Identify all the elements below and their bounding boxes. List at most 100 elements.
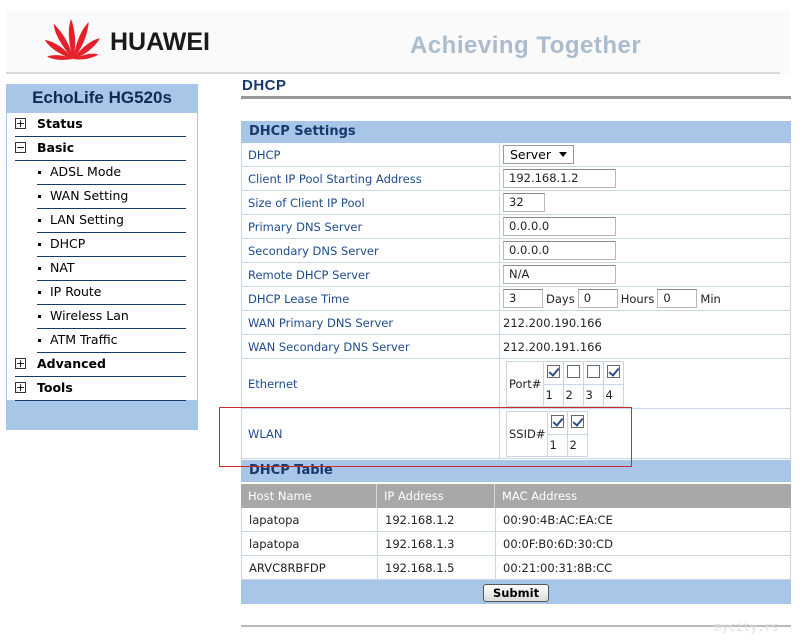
page-title: DHCP — [242, 77, 287, 94]
sidebar-item-tools[interactable]: + Tools — [15, 377, 186, 401]
title-divider — [241, 96, 791, 99]
port-2-number: 2 — [563, 383, 585, 407]
port-2-checkbox[interactable] — [567, 364, 581, 378]
sidebar-item-dhcp[interactable]: DHCP — [37, 233, 186, 257]
lease-days-input[interactable]: 3 — [503, 289, 543, 308]
dhcp-mode-value: Server — [500, 143, 790, 166]
sidebar-menu: + Status − Basic ADSL Mode WAN Setting L… — [7, 113, 197, 401]
ethernet-ports: Port# 1 2 3 4 — [500, 359, 790, 408]
lease-time-label: DHCP Lease Time — [242, 287, 500, 310]
port-1-number: 1 — [543, 383, 565, 407]
primary-dns-row: Primary DNS Server 0.0.0.0 — [241, 215, 791, 239]
port-1-cell — [543, 360, 565, 385]
minus-icon[interactable]: − — [15, 142, 26, 153]
pool-size-row: Size of Client IP Pool 32 — [241, 191, 791, 215]
port-prefix: Port# — [505, 360, 545, 407]
device-model: EchoLife HG520s — [32, 88, 172, 107]
primary-dns-input[interactable]: 0.0.0.0 — [503, 217, 616, 236]
chevron-down-icon — [559, 152, 567, 157]
sidebar-item-wan-setting[interactable]: WAN Setting — [37, 185, 186, 209]
pool-size-label: Size of Client IP Pool — [242, 191, 500, 214]
lease-hours-label: Hours — [620, 291, 655, 306]
pool-size-input[interactable]: 32 — [503, 193, 545, 212]
ethernet-label: Ethernet — [242, 359, 500, 408]
sidebar-item-label: Tools — [37, 380, 73, 395]
mac-address-cell: 00:90:4B:AC:EA:CE — [503, 512, 613, 527]
header-divider — [6, 72, 780, 74]
bullet-icon — [38, 195, 41, 198]
sidebar-item-label: LAN Setting — [50, 212, 124, 227]
port-table: Port# 1 2 3 4 — [505, 360, 625, 407]
ethernet-row: Ethernet Port# 1 2 3 4 — [241, 359, 791, 409]
sidebar-item-wireless-lan[interactable]: Wireless Lan — [37, 305, 186, 329]
sidebar-item-label: WAN Setting — [50, 188, 129, 203]
sidebar-item-ip-route[interactable]: IP Route — [37, 281, 186, 305]
dhcp-settings-header: DHCP Settings — [241, 121, 791, 143]
sidebar-item-label: DHCP — [50, 236, 86, 251]
port-1-checkbox[interactable] — [547, 364, 561, 378]
sidebar-item-label: IP Route — [50, 284, 102, 299]
sidebar-item-basic[interactable]: − Basic — [15, 137, 186, 161]
slogan: Achieving Together — [410, 32, 642, 59]
plus-icon[interactable]: + — [15, 382, 26, 393]
sidebar-item-label: Basic — [37, 140, 75, 155]
bullet-icon — [38, 171, 41, 174]
lease-days-label: Days — [546, 291, 575, 306]
watermark: mycity.rs — [714, 620, 780, 634]
sidebar-item-label: Advanced — [37, 356, 106, 371]
wan-secondary-dns-value: 212.200.191.166 — [503, 339, 602, 354]
sidebar-item-label: ADSL Mode — [50, 164, 122, 179]
sidebar-item-nat[interactable]: NAT — [37, 257, 186, 281]
host-name-cell: lapatopa — [242, 508, 378, 531]
sidebar-item-status[interactable]: + Status — [15, 113, 186, 137]
lease-hours-input[interactable]: 0 — [577, 289, 618, 308]
wan-primary-dns-value: 212.200.190.166 — [503, 315, 602, 330]
lease-time-value: 3 Days 0 Hours 0 Min — [500, 287, 790, 310]
primary-dns-label: Primary DNS Server — [242, 215, 500, 238]
lease-min-label: Min — [700, 291, 721, 306]
sidebar-item-advanced[interactable]: + Advanced — [15, 353, 186, 377]
port-4-number: 4 — [603, 383, 625, 407]
plus-icon[interactable]: + — [15, 118, 26, 129]
mac-address-cell: 00:0F:B0:6D:30:CD — [503, 536, 613, 551]
port-3-checkbox[interactable] — [587, 364, 601, 378]
sidebar-item-atm-traffic[interactable]: ATM Traffic — [37, 329, 186, 353]
column-ip-address: IP Address — [377, 484, 495, 508]
secondary-dns-row: Secondary DNS Server 0.0.0.0 — [241, 239, 791, 263]
pool-start-input[interactable]: 192.168.1.2 — [503, 169, 616, 188]
table-row: lapatopa 192.168.1.3 00:0F:B0:6D:30:CD — [241, 532, 791, 556]
sidebar: EchoLife HG520s + Status − Basic ADSL Mo… — [6, 84, 198, 430]
bullet-icon — [38, 219, 41, 222]
lease-min-input[interactable]: 0 — [657, 289, 698, 308]
dhcp-mode-select[interactable]: Server — [503, 145, 574, 164]
lease-time-row: DHCP Lease Time 3 Days 0 Hours 0 Min — [241, 287, 791, 311]
port-4-checkbox[interactable] — [607, 364, 621, 378]
sidebar-item-lan-setting[interactable]: LAN Setting — [37, 209, 186, 233]
ip-address-cell: 192.168.1.5 — [378, 556, 496, 579]
sidebar-item-label: Wireless Lan — [50, 308, 129, 323]
port-4-cell — [603, 360, 625, 385]
secondary-dns-input[interactable]: 0.0.0.0 — [503, 241, 616, 260]
bullet-icon — [38, 267, 41, 270]
ip-address-cell: 192.168.1.3 — [378, 532, 496, 555]
bullet-icon — [38, 243, 41, 246]
pool-start-value: 192.168.1.2 — [500, 167, 790, 190]
sidebar-item-label: ATM Traffic — [50, 332, 118, 347]
bottom-divider — [241, 625, 791, 627]
wan-secondary-dns-label: WAN Secondary DNS Server — [242, 335, 500, 358]
pool-start-row: Client IP Pool Starting Address 192.168.… — [241, 167, 791, 191]
table-row: lapatopa 192.168.1.2 00:90:4B:AC:EA:CE — [241, 508, 791, 532]
bullet-icon — [38, 291, 41, 294]
remote-dhcp-label: Remote DHCP Server — [242, 263, 500, 286]
plus-icon[interactable]: + — [15, 358, 26, 369]
submit-button[interactable]: Submit — [483, 584, 549, 602]
port-3-cell — [583, 360, 605, 385]
dhcp-mode-label: DHCP — [242, 143, 500, 166]
sidebar-item-label: Status — [37, 116, 83, 131]
remote-dhcp-row: Remote DHCP Server N/A — [241, 263, 791, 287]
remote-dhcp-value: N/A — [500, 263, 790, 286]
sidebar-item-adsl-mode[interactable]: ADSL Mode — [37, 161, 186, 185]
pool-start-label: Client IP Pool Starting Address — [242, 167, 500, 190]
wan-primary-dns-row: WAN Primary DNS Server 212.200.190.166 — [241, 311, 791, 335]
remote-dhcp-input[interactable]: N/A — [503, 265, 616, 284]
